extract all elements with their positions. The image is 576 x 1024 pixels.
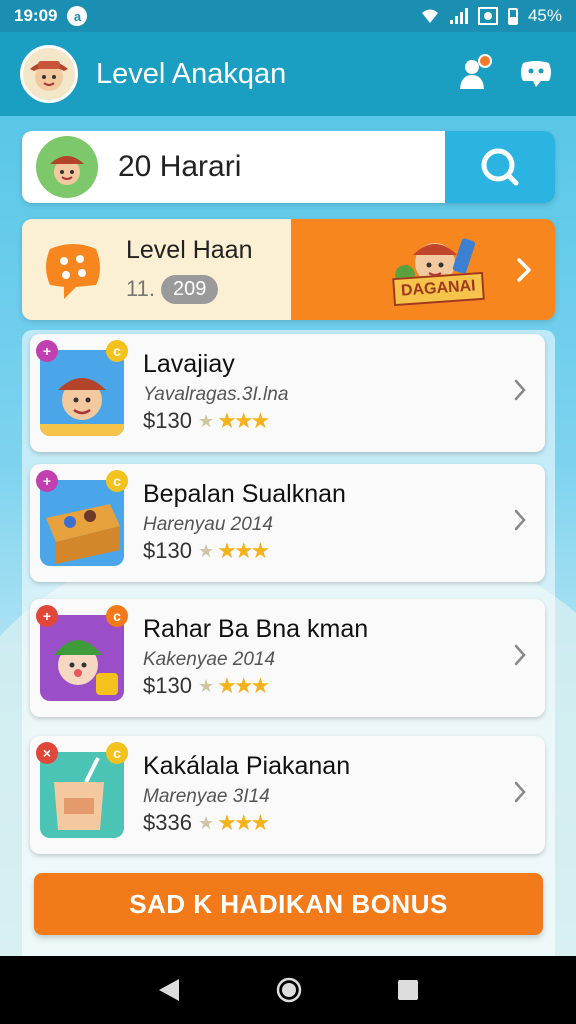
wifi-icon [421,9,438,23]
star-outline-icon: ★ [197,812,214,833]
header-actions [454,54,556,94]
level-name: Lavajiay [143,350,235,378]
elf-character-icon [40,615,124,701]
level-thumbnail [40,350,124,436]
banner-right: DAGANAI [291,219,555,320]
list-item[interactable]: × c Kakálala Piakanan Marenyae 3I14 $336… [30,736,545,854]
level-name: Bepalan Sualknan [143,480,346,508]
status-right: 45% [420,6,562,26]
search-bar[interactable]: 20 Harari [22,131,555,203]
level-banner[interactable]: Level Haan 11. 209 DAGANAI [22,219,555,320]
level-price: $336 [143,810,192,835]
notification-icon: a [67,6,88,26]
search-button[interactable] [445,131,555,203]
chevron-right-icon[interactable] [515,256,533,284]
level-price-row: $130 ★ ★★★ [143,673,270,699]
home-icon[interactable] [275,976,303,1004]
battery-icon [507,7,518,25]
notification-button[interactable] [454,54,494,94]
coin-badge-icon: c [106,742,128,764]
search-input[interactable]: 20 Harari [118,150,241,184]
chat-button[interactable] [516,54,556,94]
juice-cup-icon [40,752,124,838]
app-screen: 19:09 a 45% Level Anakqan 20 Harari Leve… [0,0,576,1024]
chat-bubble-icon [42,239,104,301]
banner-left: Level Haan 11. 209 [22,219,291,320]
star-outline-icon: ★ [197,675,214,696]
chevron-right-icon[interactable] [513,780,527,804]
level-price-row: $336 ★ ★★★ [143,810,270,836]
star-rating: ★★★ [217,810,270,835]
level-thumbnail [40,752,124,838]
coin-badge-icon: c [106,605,128,627]
search-icon [481,148,519,186]
bonus-button[interactable]: SAD K HADIKAN BONUS [34,873,543,935]
photo-icon [477,7,498,25]
level-price: $130 [143,408,192,433]
plus-badge-icon: + [36,605,58,627]
back-icon[interactable] [157,977,181,1003]
level-name: Kakálala Piakanan [143,752,351,780]
kid-avatar-icon [50,156,84,185]
star-rating: ★★★ [217,538,270,563]
level-price-row: $130 ★ ★★★ [143,408,270,434]
star-rating: ★★★ [217,408,270,433]
banner-count-pill: 209 [160,274,219,304]
chevron-right-icon[interactable] [513,378,527,402]
kid-avatar-icon [30,61,68,91]
banner-count: 11. 209 [126,274,252,304]
level-price: $130 [143,673,192,698]
banner-title: Level Haan [126,235,253,264]
list-item[interactable]: + c Bepalan Sualknan Harenyau 2014 $130 … [30,464,545,582]
level-subtitle: Yavalragas.3I.lna [143,384,289,405]
banner-count-prefix: 11. [126,276,155,301]
plus-badge-icon: × [36,742,58,764]
level-subtitle: Kakenyae 2014 [143,649,276,670]
banner-text: Level Haan 11. 209 [126,236,252,304]
notification-dot [478,54,492,68]
search-avatar [36,136,98,198]
status-bar: 19:09 a 45% [0,0,576,32]
coin-badge-icon: c [106,470,128,492]
level-price-row: $130 ★ ★★★ [143,538,270,564]
battery-percent: 45% [527,6,562,25]
signal-icon [449,8,468,24]
star-outline-icon: ★ [197,410,214,431]
system-nav-bar [0,956,576,1024]
page-title: Level Anakqan [96,57,287,90]
plus-badge-icon: + [36,470,58,492]
avatar[interactable] [20,45,78,103]
level-thumbnail [40,480,124,566]
chat-face-icon [521,61,551,87]
chevron-right-icon[interactable] [513,643,527,667]
treasure-box-icon [40,480,124,566]
level-subtitle: Marenyae 3I14 [143,786,270,807]
list-item[interactable]: + c Rahar Ba Bna kman Kakenyae 2014 $130… [30,599,545,717]
level-thumbnail [40,615,124,701]
coin-badge-icon: c [106,340,128,362]
list-item[interactable]: + c Lavajiay Yavalragas.3I.lna $130 ★ ★★… [30,334,545,452]
recents-icon[interactable] [397,979,419,1001]
kid-character-icon [40,350,124,436]
star-outline-icon: ★ [197,540,214,561]
app-header: Level Anakqan [0,32,576,116]
chevron-right-icon[interactable] [513,508,527,532]
plus-badge-icon: + [36,340,58,362]
star-rating: ★★★ [217,673,270,698]
status-time: 19:09 [14,6,58,25]
level-name: Rahar Ba Bna kman [143,615,369,643]
level-subtitle: Harenyau 2014 [143,514,273,535]
level-price: $130 [143,538,192,563]
